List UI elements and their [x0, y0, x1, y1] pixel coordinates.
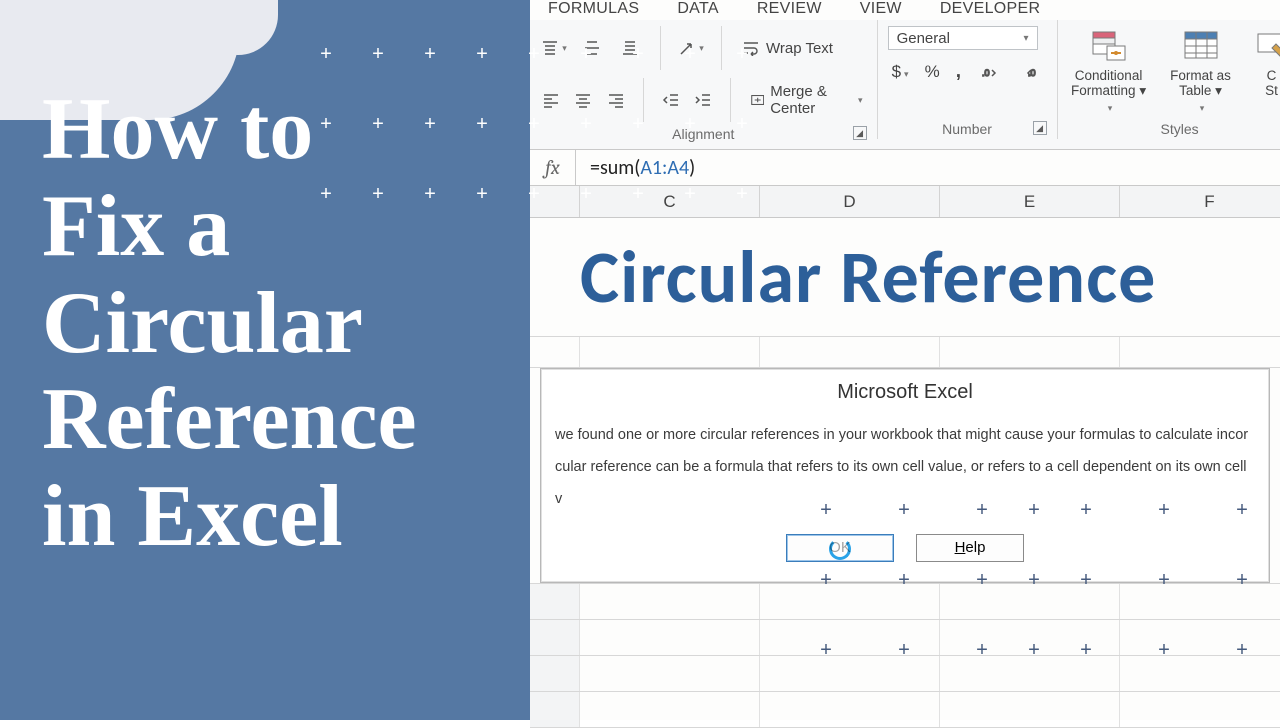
group-number: General $ % , .0 .0 Number ◢ [878, 20, 1058, 139]
col-header-f[interactable]: F [1120, 186, 1280, 217]
group-styles-label: Styles [1068, 117, 1280, 137]
dialog-line1: we found one or more circular references… [555, 420, 1255, 452]
plus-pattern-top: + + + + + + + + + + + + + + + + + + + + … [320, 6, 762, 236]
group-styles: ConditionalFormatting ▾ Format asTable ▾ [1058, 20, 1280, 139]
wrap-text-label: Wrap Text [766, 40, 833, 57]
tab-developer[interactable]: DEVELOPER [940, 0, 1041, 18]
dialog-title: Microsoft Excel [541, 377, 1269, 420]
plus-pattern-bottom: + + + + + + + + + + + + + + + + + + + + … [820, 462, 1262, 692]
cell-styles-button[interactable]: CSt [1252, 26, 1280, 98]
number-launcher-icon[interactable]: ◢ [1033, 121, 1047, 135]
grid-row [530, 692, 1280, 728]
conditional-formatting-button[interactable]: ConditionalFormatting ▾ [1068, 26, 1150, 114]
tab-view[interactable]: VIEW [860, 0, 902, 18]
number-format-dropdown[interactable]: General [888, 26, 1038, 50]
merge-center-button[interactable]: Merge & Center [747, 81, 867, 119]
cell-styles-icon [1252, 28, 1280, 64]
decrease-decimal-icon[interactable]: .0 [1020, 60, 1047, 84]
number-format-value: General [897, 30, 950, 47]
svg-text:.0: .0 [1028, 68, 1036, 78]
col-header-e[interactable]: E [940, 186, 1120, 217]
tab-review[interactable]: REVIEW [757, 0, 822, 18]
alignment-launcher-icon[interactable]: ◢ [853, 126, 867, 140]
col-header-d[interactable]: D [760, 186, 940, 217]
increase-decimal-icon[interactable]: .0 [977, 60, 1004, 84]
svg-text:.0: .0 [982, 68, 990, 78]
merge-center-label: Merge & Center [770, 83, 849, 117]
currency-button[interactable]: $ [892, 62, 909, 82]
group-number-label: Number ◢ [888, 117, 1047, 137]
format-as-table-button[interactable]: Format asTable ▾ [1160, 26, 1242, 114]
percent-button[interactable]: % [925, 62, 940, 82]
comma-button[interactable]: , [956, 61, 961, 83]
conditional-formatting-icon [1089, 28, 1129, 64]
grid-row [530, 336, 1280, 368]
format-as-table-icon [1181, 28, 1221, 64]
